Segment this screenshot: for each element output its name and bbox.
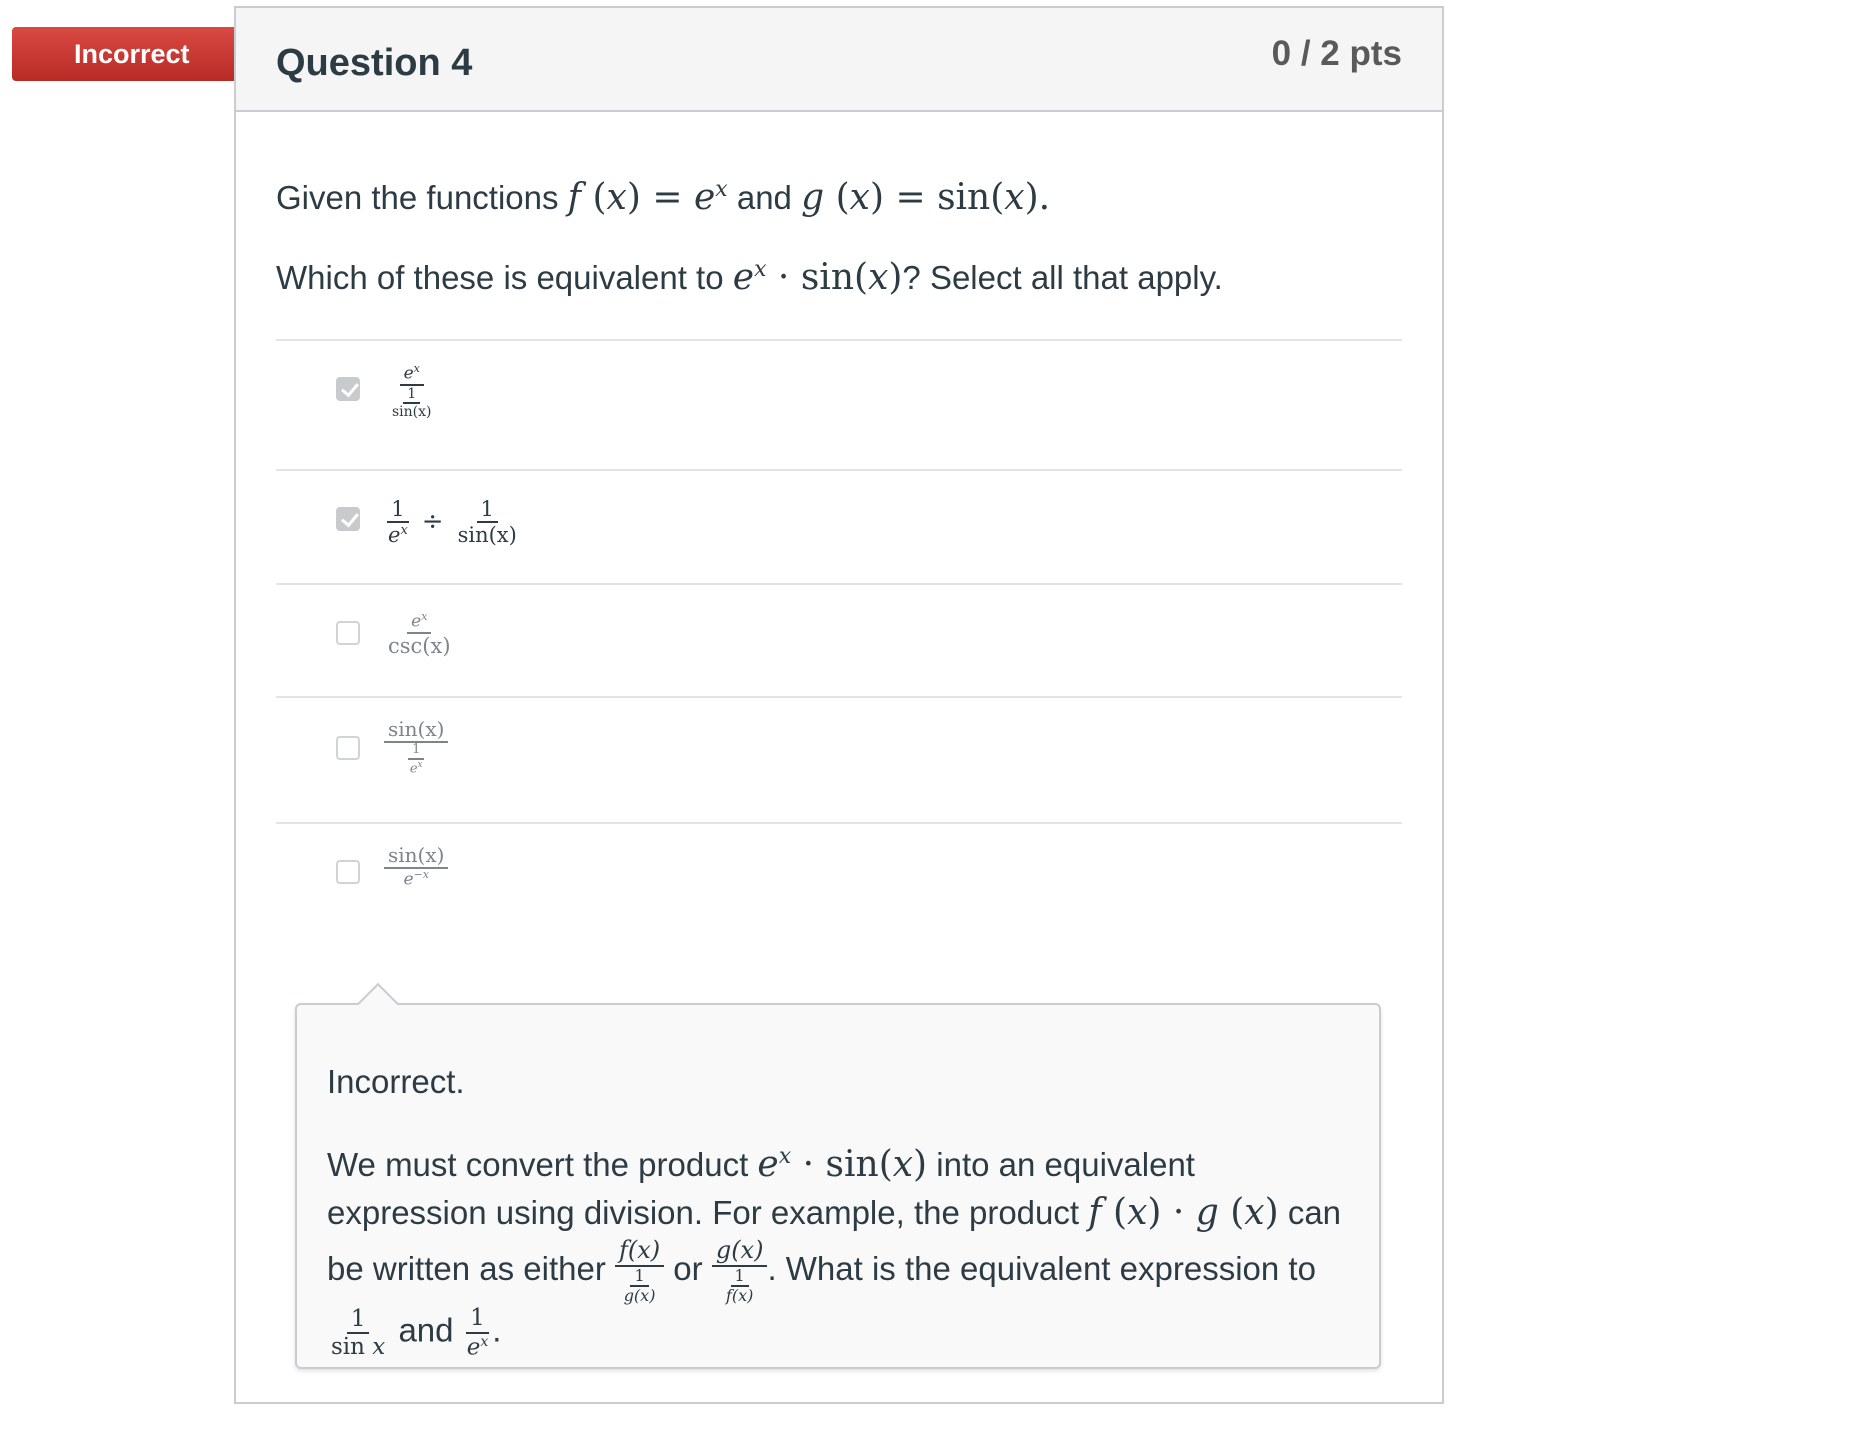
question-header: Question 4 0 / 2 pts: [236, 8, 1442, 112]
answer-list: ex 1 sin(x) 1 ex ÷ 1 sin(x) ex csc(x) si…: [276, 339, 1402, 924]
banner-label: Incorrect: [74, 38, 190, 69]
answer-expression-4: sin(x) 1 ex: [384, 718, 449, 777]
feedback-text: We must convert the product ex · sin(x) …: [327, 1144, 1342, 1361]
answer-checkbox-1[interactable]: [336, 377, 360, 401]
feedback-pointer: [356, 982, 400, 1026]
answer-option-5[interactable]: sin(x) e−x: [276, 824, 1402, 924]
answer-option-2[interactable]: 1 ex ÷ 1 sin(x): [276, 471, 1402, 585]
answer-option-3[interactable]: ex csc(x): [276, 585, 1402, 698]
answer-expression-5: sin(x) e−x: [384, 844, 449, 890]
question-text: Given the functions f (x) = ex and g (x)…: [276, 170, 1223, 298]
answer-expression-1: ex 1 sin(x): [392, 362, 432, 421]
answer-option-1[interactable]: ex 1 sin(x): [276, 341, 1402, 471]
feedback-box: Incorrect. We must convert the product e…: [295, 982, 1381, 1369]
answer-checkbox-5[interactable]: [336, 860, 360, 884]
answer-checkbox-3[interactable]: [336, 621, 360, 645]
question-points: 0 / 2 pts: [1271, 34, 1402, 73]
answer-expression-3: ex csc(x): [388, 610, 451, 659]
answer-checkbox-2[interactable]: [336, 507, 360, 531]
question-title: Question 4: [276, 42, 473, 84]
question-line-1: Given the functions f (x) = ex and g (x)…: [276, 177, 1051, 218]
answer-expression-2: 1 ex ÷ 1 sin(x): [387, 497, 517, 548]
answer-option-4[interactable]: sin(x) 1 ex: [276, 698, 1402, 824]
incorrect-banner: Incorrect: [12, 27, 264, 81]
answer-checkbox-4[interactable]: [336, 736, 360, 760]
feedback-title: Incorrect.: [327, 1063, 465, 1100]
question-line-2: Which of these is equivalent to ex · sin…: [276, 257, 1223, 298]
question-card: Question 4 0 / 2 pts Given the functions…: [234, 6, 1444, 1404]
